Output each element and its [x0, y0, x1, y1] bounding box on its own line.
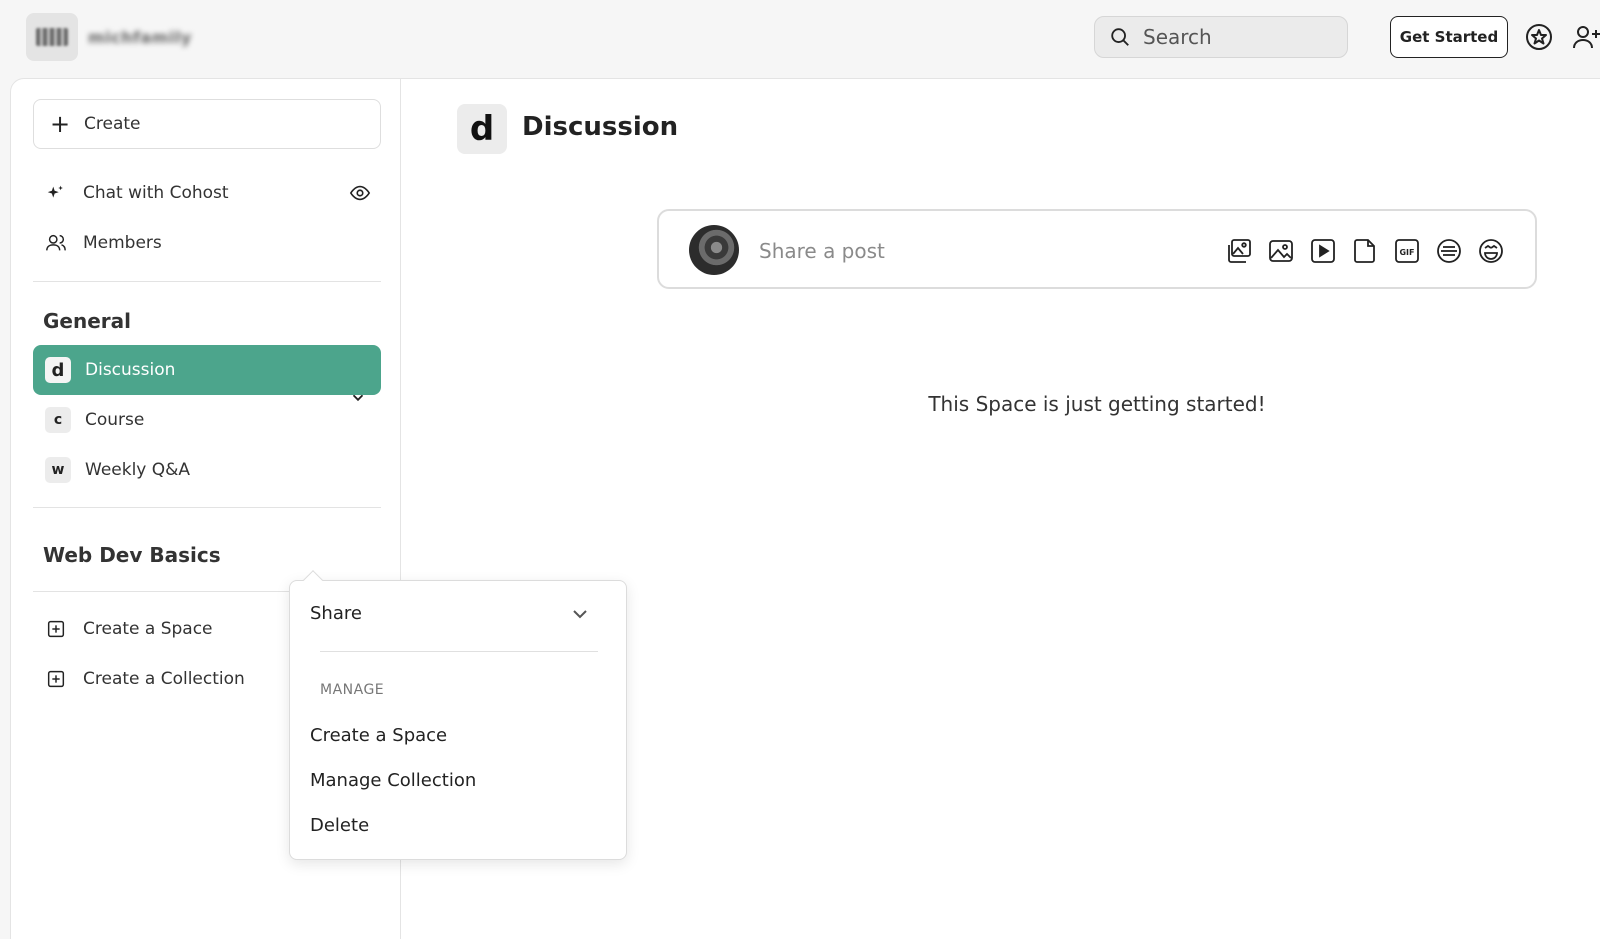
- menu-section-label: MANAGE: [320, 682, 385, 698]
- sidebar-item-label: Create a Collection: [83, 669, 245, 689]
- add-square-icon: [47, 670, 65, 688]
- image-icon[interactable]: [1267, 237, 1295, 265]
- menu-item-create-a-space[interactable]: Create a Space: [310, 725, 447, 746]
- community-logo[interactable]: [26, 13, 78, 61]
- sidebar-item-label: Course: [85, 410, 145, 430]
- space-badge: d: [45, 357, 71, 383]
- collection-context-menu: Share MANAGE Create a Space Manage Colle…: [289, 570, 627, 860]
- create-button[interactable]: + Create: [33, 99, 381, 149]
- section-title-web-dev-basics[interactable]: Web Dev Basics: [43, 543, 221, 567]
- sidebar-item-members[interactable]: Members: [45, 223, 162, 263]
- section-title-general[interactable]: General: [43, 309, 131, 333]
- video-icon[interactable]: [1309, 237, 1337, 265]
- search-icon: [1111, 28, 1129, 46]
- app-shell: + Create Chat with Cohost Members Genera…: [10, 78, 1600, 939]
- empty-state-message: This Space is just getting started!: [928, 392, 1266, 416]
- gif-icon[interactable]: GIF: [1393, 237, 1421, 265]
- add-user-icon[interactable]: [1572, 22, 1600, 52]
- space-icon: d: [457, 104, 507, 154]
- menu-item-manage-collection[interactable]: Manage Collection: [310, 770, 476, 791]
- sidebar-item-chat-with-cohost[interactable]: Chat with Cohost: [45, 173, 229, 213]
- create-label: Create: [84, 114, 141, 134]
- file-icon[interactable]: [1351, 237, 1379, 265]
- post-composer[interactable]: Share a post GIF: [657, 209, 1537, 289]
- sidebar-item-label: Create a Space: [83, 619, 213, 639]
- menu-item-delete[interactable]: Delete: [310, 815, 369, 836]
- search-placeholder: Search: [1143, 25, 1212, 49]
- sidebar-divider: [33, 281, 381, 282]
- avatar[interactable]: [689, 225, 739, 275]
- composer-placeholder[interactable]: Share a post: [759, 239, 885, 263]
- add-square-icon: [47, 620, 65, 638]
- sidebar-item-course[interactable]: c Course: [33, 395, 381, 445]
- sparkle-icon: [47, 185, 63, 198]
- emoji-icon[interactable]: [1477, 237, 1505, 265]
- sidebar-item-label: Weekly Q&A: [85, 460, 191, 480]
- community-name[interactable]: michfamily: [88, 28, 192, 47]
- sidebar-item-create-a-collection[interactable]: Create a Collection: [45, 659, 245, 699]
- sidebar-item-discussion[interactable]: d Discussion: [33, 345, 381, 395]
- star-badge-icon[interactable]: [1524, 22, 1554, 52]
- get-started-button[interactable]: Get Started: [1390, 16, 1508, 58]
- sidebar-item-label: Chat with Cohost: [83, 183, 229, 203]
- space-badge: w: [45, 457, 71, 483]
- menu-item-share[interactable]: Share: [310, 603, 362, 624]
- sidebar-item-create-a-space[interactable]: Create a Space: [45, 609, 213, 649]
- space-badge: c: [45, 407, 71, 433]
- sidebar-item-weekly-qa[interactable]: w Weekly Q&A: [33, 445, 381, 495]
- members-icon: [46, 234, 66, 251]
- menu-divider: [320, 651, 598, 652]
- gallery-icon[interactable]: [1225, 237, 1253, 265]
- plus-icon: +: [50, 110, 71, 138]
- sidebar-item-label: Discussion: [85, 360, 176, 380]
- sidebar-divider: [33, 507, 381, 508]
- eye-icon[interactable]: [349, 182, 371, 204]
- poll-icon[interactable]: [1435, 237, 1463, 265]
- sidebar-item-label: Members: [83, 233, 162, 253]
- top-bar: michfamily Search Get Started: [0, 0, 1600, 78]
- search-input[interactable]: Search: [1094, 16, 1348, 58]
- svg-text:GIF: GIF: [1399, 248, 1414, 257]
- chevron-down-icon[interactable]: [570, 604, 590, 624]
- page-title: Discussion: [522, 112, 679, 142]
